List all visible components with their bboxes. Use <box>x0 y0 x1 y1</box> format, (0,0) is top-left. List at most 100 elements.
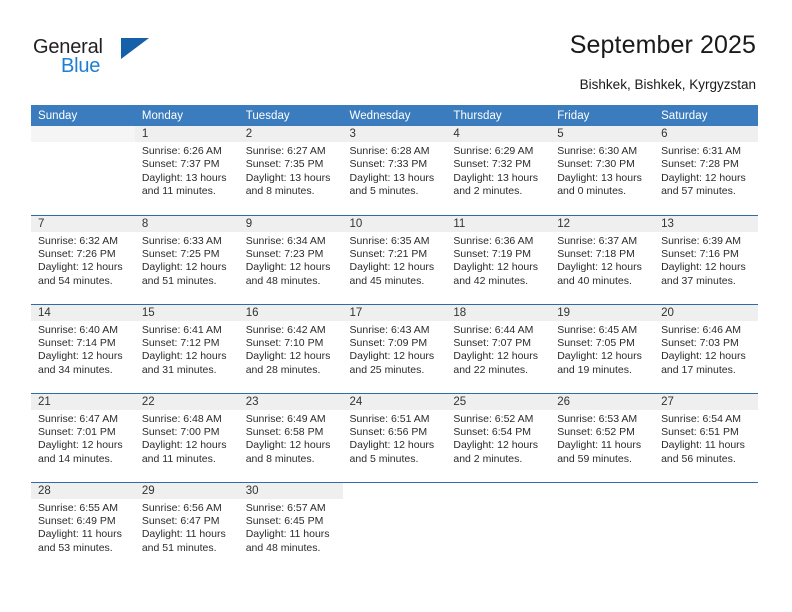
day-cell[interactable]: 19 Sunrise: 6:45 AM Sunset: 7:05 PM Dayl… <box>550 303 655 393</box>
sunset-text: Sunset: 6:54 PM <box>453 425 532 438</box>
day-cell[interactable]: 9 Sunrise: 6:34 AM Sunset: 7:23 PM Dayli… <box>238 214 343 304</box>
sunrise-text: Sunrise: 6:49 AM <box>245 412 326 425</box>
day-cell[interactable]: 24 Sunrise: 6:51 AM Sunset: 6:56 PM Dayl… <box>342 392 447 482</box>
day-cell[interactable]: 14 Sunrise: 6:40 AM Sunset: 7:14 PM Dayl… <box>31 303 135 393</box>
sunset-text: Sunset: 7:37 PM <box>141 158 220 171</box>
week-row: 14 Sunrise: 6:40 AM Sunset: 7:14 PM Dayl… <box>31 303 758 393</box>
day-cell[interactable]: 27 Sunrise: 6:54 AM Sunset: 6:51 PM Dayl… <box>654 392 758 482</box>
day-number: 22 <box>134 393 239 410</box>
daylight-text-line2: and 37 minutes. <box>661 274 736 287</box>
day-details <box>31 142 135 145</box>
sunset-text: Sunset: 6:45 PM <box>245 514 324 527</box>
day-cell[interactable]: 6 Sunrise: 6:31 AM Sunset: 7:28 PM Dayli… <box>654 126 758 215</box>
day-cell[interactable]: 22 Sunrise: 6:48 AM Sunset: 7:00 PM Dayl… <box>134 392 239 482</box>
sunrise-text: Sunrise: 6:28 AM <box>349 145 430 157</box>
sunset-text: Sunset: 7:00 PM <box>141 425 220 438</box>
day-cell[interactable]: 11 Sunrise: 6:36 AM Sunset: 7:19 PM Dayl… <box>446 214 551 304</box>
location-subtitle: Bishkek, Bishkek, Kyrgyzstan <box>579 77 756 92</box>
daylight-text-line1: Daylight: 12 hours <box>349 350 435 363</box>
day-number: 20 <box>654 304 758 321</box>
sunrise-text: Sunrise: 6:29 AM <box>453 145 534 157</box>
day-number: 2 <box>238 126 343 142</box>
day-cell[interactable] <box>446 481 551 571</box>
week-row: 21 Sunrise: 6:47 AM Sunset: 7:01 PM Dayl… <box>31 392 758 482</box>
day-cell[interactable]: 30 Sunrise: 6:57 AM Sunset: 6:45 PM Dayl… <box>238 481 343 571</box>
day-number: 8 <box>134 215 239 232</box>
day-number: 26 <box>550 393 655 410</box>
day-cell[interactable]: 18 Sunrise: 6:44 AM Sunset: 7:07 PM Dayl… <box>446 303 551 393</box>
sunrise-text: Sunrise: 6:57 AM <box>245 501 326 514</box>
day-cell[interactable]: 16 Sunrise: 6:42 AM Sunset: 7:10 PM Dayl… <box>238 303 343 393</box>
logo-triangle-icon <box>121 38 149 59</box>
day-cell[interactable]: 8 Sunrise: 6:33 AM Sunset: 7:25 PM Dayli… <box>134 214 239 304</box>
sunset-text: Sunset: 7:32 PM <box>453 158 532 171</box>
sunrise-text: Sunrise: 6:26 AM <box>141 145 222 157</box>
sunrise-sunset-calendar: Sunday Monday Tuesday Wednesday Thursday… <box>31 105 758 571</box>
day-cell[interactable]: 10 Sunrise: 6:35 AM Sunset: 7:21 PM Dayl… <box>342 214 447 304</box>
day-cell[interactable]: 13 Sunrise: 6:39 AM Sunset: 7:16 PM Dayl… <box>654 214 758 304</box>
daylight-text-line1: Daylight: 12 hours <box>245 350 331 363</box>
day-cell[interactable]: 3 Sunrise: 6:28 AM Sunset: 7:33 PM Dayli… <box>342 126 447 215</box>
day-details: Sunrise: 6:47 AM Sunset: 7:01 PM Dayligh… <box>31 410 135 467</box>
day-number <box>654 482 758 499</box>
sunrise-text: Sunrise: 6:44 AM <box>453 323 534 336</box>
day-details: Sunrise: 6:41 AM Sunset: 7:12 PM Dayligh… <box>135 321 239 378</box>
day-cell[interactable]: 17 Sunrise: 6:43 AM Sunset: 7:09 PM Dayl… <box>342 303 447 393</box>
daylight-text-line1: Daylight: 12 hours <box>661 350 746 363</box>
sunrise-text: Sunrise: 6:48 AM <box>141 412 222 425</box>
day-number: 9 <box>238 215 343 232</box>
weekday-header-saturday: Saturday <box>654 105 758 126</box>
day-cell[interactable]: 12 Sunrise: 6:37 AM Sunset: 7:18 PM Dayl… <box>550 214 655 304</box>
day-cell[interactable]: 4 Sunrise: 6:29 AM Sunset: 7:32 PM Dayli… <box>446 126 551 215</box>
sunset-text: Sunset: 7:05 PM <box>557 336 635 349</box>
sunrise-text: Sunrise: 6:31 AM <box>661 145 742 157</box>
day-cell[interactable] <box>31 126 135 215</box>
day-details <box>550 499 654 502</box>
sunrise-text: Sunrise: 6:27 AM <box>245 145 326 157</box>
sunrise-text: Sunrise: 6:53 AM <box>557 412 638 425</box>
day-details: Sunrise: 6:40 AM Sunset: 7:14 PM Dayligh… <box>31 321 135 378</box>
daylight-text-line1: Daylight: 12 hours <box>557 261 642 274</box>
day-number: 11 <box>446 215 551 232</box>
general-blue-logo[interactable]: General Blue <box>33 36 163 80</box>
day-cell[interactable]: 23 Sunrise: 6:49 AM Sunset: 6:58 PM Dayl… <box>238 392 343 482</box>
logo-text-blue: Blue <box>61 55 101 77</box>
week-row: 1 Sunrise: 6:26 AM Sunset: 7:37 PM Dayli… <box>31 126 758 215</box>
daylight-text-line1: Daylight: 12 hours <box>245 261 331 274</box>
day-cell[interactable]: 7 Sunrise: 6:32 AM Sunset: 7:26 PM Dayli… <box>31 214 135 304</box>
day-cell[interactable]: 25 Sunrise: 6:52 AM Sunset: 6:54 PM Dayl… <box>446 392 551 482</box>
day-cell[interactable]: 5 Sunrise: 6:30 AM Sunset: 7:30 PM Dayli… <box>550 126 655 215</box>
daylight-text-line1: Daylight: 12 hours <box>141 261 227 274</box>
day-cell[interactable] <box>342 481 447 571</box>
day-details: Sunrise: 6:37 AM Sunset: 7:18 PM Dayligh… <box>550 232 654 289</box>
day-number: 27 <box>654 393 758 410</box>
daylight-text-line2: and 19 minutes. <box>557 363 632 376</box>
sunset-text: Sunset: 6:56 PM <box>349 425 428 438</box>
daylight-text-line2: and 51 minutes. <box>141 541 217 554</box>
day-details: Sunrise: 6:39 AM Sunset: 7:16 PM Dayligh… <box>654 232 758 289</box>
day-cell[interactable]: 29 Sunrise: 6:56 AM Sunset: 6:47 PM Dayl… <box>134 481 239 571</box>
sunset-text: Sunset: 7:30 PM <box>557 158 635 171</box>
day-cell[interactable] <box>654 481 758 571</box>
sunset-text: Sunset: 7:21 PM <box>349 247 428 260</box>
day-cell[interactable]: 21 Sunrise: 6:47 AM Sunset: 7:01 PM Dayl… <box>31 392 135 482</box>
sunrise-text: Sunrise: 6:30 AM <box>557 145 638 157</box>
day-cell[interactable]: 2 Sunrise: 6:27 AM Sunset: 7:35 PM Dayli… <box>238 126 343 215</box>
day-cell[interactable]: 1 Sunrise: 6:26 AM Sunset: 7:37 PM Dayli… <box>134 126 239 215</box>
day-number: 17 <box>342 304 447 321</box>
weekday-header-row: Sunday Monday Tuesday Wednesday Thursday… <box>31 105 758 126</box>
sunrise-text: Sunrise: 6:39 AM <box>661 234 742 247</box>
day-cell[interactable]: 15 Sunrise: 6:41 AM Sunset: 7:12 PM Dayl… <box>134 303 239 393</box>
daylight-text-line2: and 45 minutes. <box>349 274 425 287</box>
daylight-text-line2: and 51 minutes. <box>141 274 217 287</box>
day-cell[interactable]: 28 Sunrise: 6:55 AM Sunset: 6:49 PM Dayl… <box>31 481 135 571</box>
sunset-text: Sunset: 7:12 PM <box>141 336 220 349</box>
day-details: Sunrise: 6:51 AM Sunset: 6:56 PM Dayligh… <box>343 410 447 467</box>
daylight-text-line1: Daylight: 13 hours <box>349 171 435 184</box>
day-cell[interactable]: 20 Sunrise: 6:46 AM Sunset: 7:03 PM Dayl… <box>654 303 758 393</box>
daylight-text-line2: and 57 minutes. <box>661 185 736 198</box>
weekday-header-sunday: Sunday <box>31 105 135 126</box>
day-cell[interactable]: 26 Sunrise: 6:53 AM Sunset: 6:52 PM Dayl… <box>550 392 655 482</box>
daylight-text-line1: Daylight: 11 hours <box>141 528 226 541</box>
day-cell[interactable] <box>550 481 655 571</box>
